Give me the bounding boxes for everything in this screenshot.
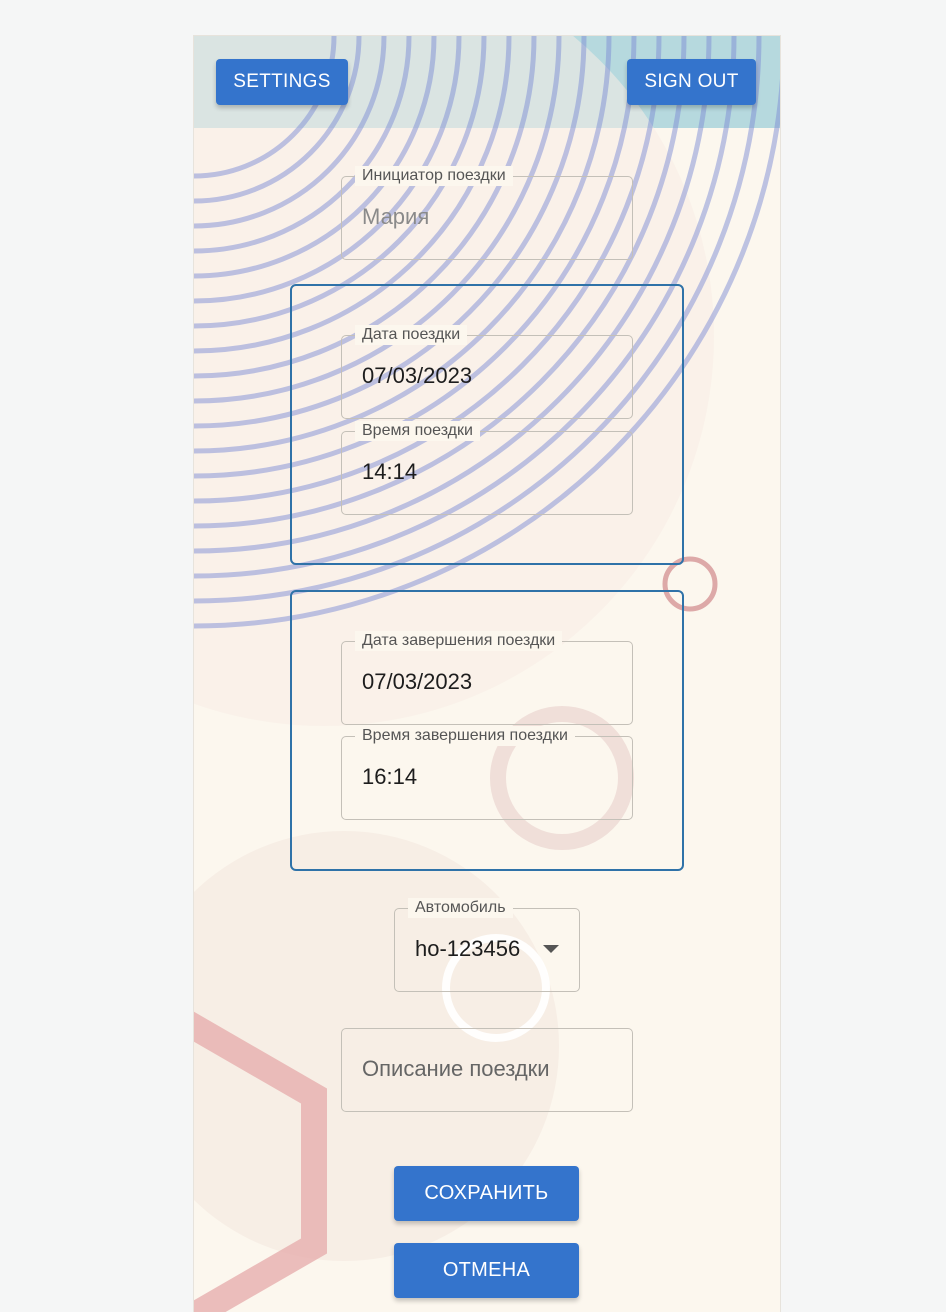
end-time-value: 16:14 [362, 764, 418, 789]
end-date-label: Дата завершения поездки [355, 631, 563, 651]
end-time-field[interactable]: Время завершения поездки 16:14 [341, 726, 633, 820]
trip-date-field[interactable]: Дата поездки 07/03/2023 [341, 325, 633, 419]
save-button[interactable]: СОХРАНИТЬ [394, 1166, 579, 1221]
settings-button[interactable]: SETTINGS [216, 59, 348, 105]
trip-date-value: 07/03/2023 [362, 363, 473, 388]
description-field[interactable]: Описание поездки [341, 1028, 633, 1112]
trip-time-field[interactable]: Время поездки 14:14 [341, 421, 633, 515]
trip-start-group [290, 284, 684, 565]
end-time-label: Время завершения поездки [355, 726, 575, 746]
trip-date-label: Дата поездки [355, 325, 468, 345]
initiator-field[interactable]: Инициатор поездки Мария [341, 166, 633, 260]
trip-time-label: Время поездки [355, 421, 480, 441]
trip-time-value: 14:14 [362, 459, 418, 484]
description-placeholder: Описание поездки [362, 1056, 550, 1081]
app-window: SETTINGS SIGN OUT Инициатор поездки Мари… [194, 36, 780, 1312]
chevron-down-icon[interactable] [543, 945, 559, 953]
end-date-value: 07/03/2023 [362, 669, 473, 694]
initiator-label: Инициатор поездки [355, 166, 513, 186]
cancel-button[interactable]: ОТМЕНА [394, 1243, 579, 1298]
sign-out-button[interactable]: SIGN OUT [627, 59, 756, 105]
end-date-field[interactable]: Дата завершения поездки 07/03/2023 [341, 631, 633, 725]
vehicle-value: ho-123456 [415, 936, 521, 961]
vehicle-label: Автомобиль [408, 898, 513, 918]
initiator-value: Мария [362, 204, 430, 229]
vehicle-select[interactable]: Автомобиль ho-123456 [394, 898, 580, 992]
